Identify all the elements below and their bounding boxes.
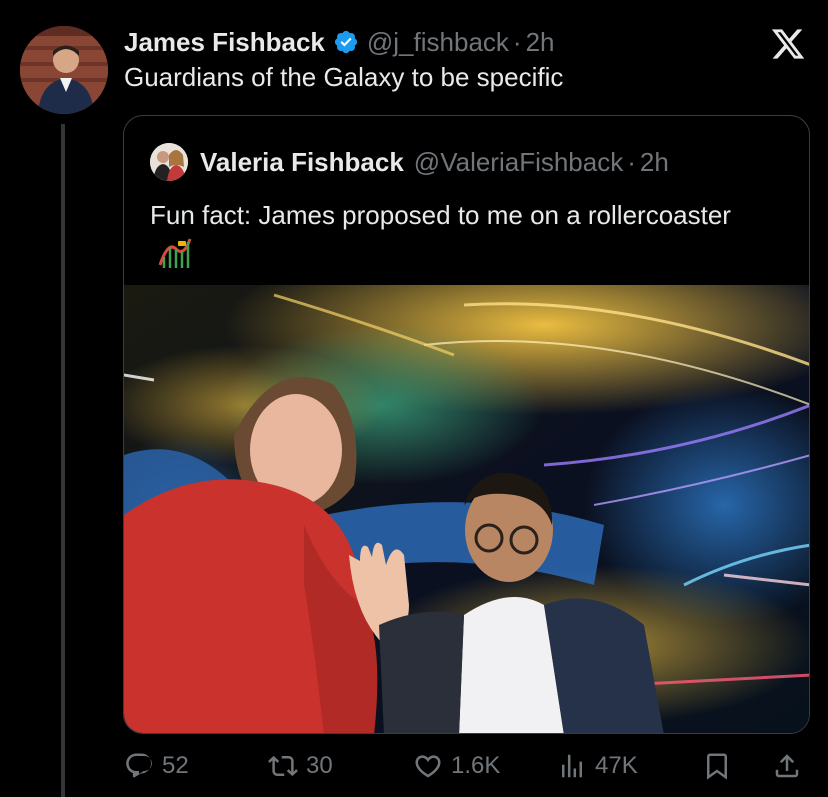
reply-count: 52 (162, 752, 189, 779)
separator-dot: · (627, 146, 636, 177)
like-icon (415, 755, 441, 778)
reply-icon (126, 753, 152, 778)
author-avatar[interactable] (20, 26, 108, 114)
quoted-tweet-header: Valeria Fishback @ValeriaFishback · 2h (200, 145, 669, 179)
views-icon (562, 754, 582, 778)
repost-button[interactable]: 30 (268, 751, 333, 781)
author-display-name[interactable]: James Fishback (124, 27, 325, 58)
bookmark-button[interactable] (702, 751, 732, 781)
roller-coaster-emoji-icon (158, 235, 192, 269)
repost-icon (268, 755, 298, 777)
quoted-tweet[interactable]: Valeria Fishback @ValeriaFishback · 2h F… (123, 115, 810, 734)
repost-count: 30 (306, 752, 333, 779)
like-count: 1.6K (451, 752, 501, 779)
verified-badge-icon[interactable] (333, 29, 359, 55)
share-button[interactable] (772, 751, 802, 781)
quoted-tweet-text: Fun fact: James proposed to me on a roll… (150, 196, 750, 272)
tweet-header: James Fishback @j_fishback · 2h (124, 24, 555, 60)
tweet-text: Guardians of the Galaxy to be specific (124, 62, 564, 92)
separator-dot: · (512, 26, 522, 57)
quoted-tweet-photo[interactable] (124, 285, 809, 733)
like-button[interactable]: 1.6K (413, 751, 500, 781)
share-icon (775, 754, 799, 778)
thread-line (61, 124, 65, 797)
quoted-tweet-text-body: Fun fact: James proposed to me on a roll… (150, 200, 731, 230)
bookmark-icon (707, 753, 727, 780)
x-logo-icon[interactable] (770, 26, 806, 62)
author-handle[interactable]: @j_fishback (367, 27, 509, 58)
reply-button[interactable]: 52 (124, 751, 189, 781)
quoted-author-handle[interactable]: @ValeriaFishback (414, 147, 623, 178)
tweet-action-bar: 52 30 1.6K 47K (0, 745, 828, 795)
quoted-tweet-timestamp[interactable]: 2h (640, 147, 669, 178)
views-count: 47K (595, 752, 638, 779)
views-button[interactable]: 47K (557, 751, 638, 781)
quoted-author-avatar[interactable] (150, 143, 188, 181)
quoted-author-display-name[interactable]: Valeria Fishback (200, 147, 404, 178)
tweet-timestamp[interactable]: 2h (526, 27, 555, 58)
